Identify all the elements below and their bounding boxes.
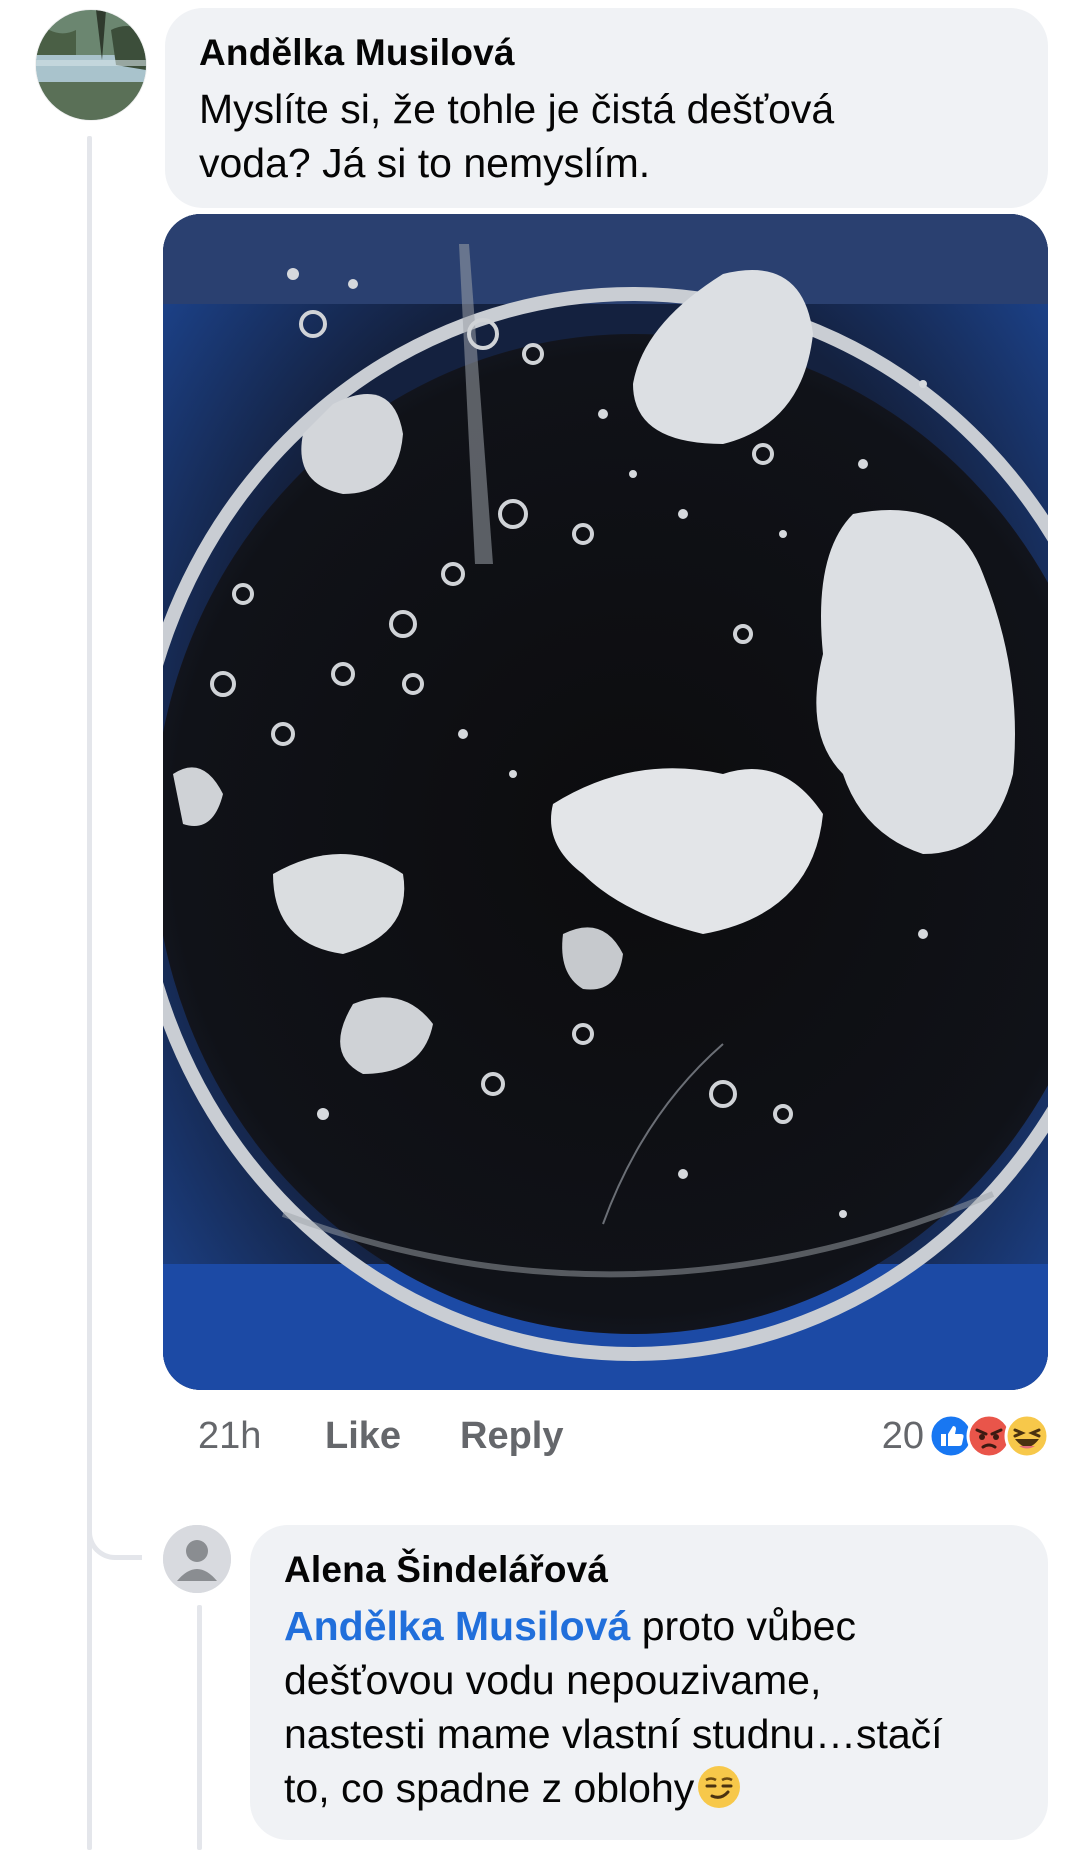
reply-text-fragment: proto vůbec [630, 1603, 856, 1649]
comment-author-name[interactable]: Andělka Musilová [199, 30, 1014, 76]
like-button[interactable]: Like [325, 1408, 401, 1464]
reply-text-line: to, co spadne z oblohy [284, 1761, 1014, 1815]
comment-text-line: voda? Já si to nemyslím. [199, 140, 651, 186]
reply-author-avatar[interactable] [163, 1525, 231, 1593]
reply-text-line: Andělka Musilová proto vůbec [284, 1599, 1014, 1653]
reaction-icons [928, 1413, 1050, 1459]
reply-bubble: Alena Šindelářová Andělka Musilová proto… [250, 1525, 1048, 1840]
reactions-summary[interactable]: 20 [882, 1412, 1050, 1460]
comment-text: Myslíte si, že tohle je čistá dešťová vo… [199, 82, 1014, 190]
comment-timestamp[interactable]: 21h [198, 1408, 261, 1464]
reply-text: Andělka Musilová proto vůbec dešťovou vo… [284, 1599, 1014, 1815]
reply-text-line: nastesti mame vlastní studnu…stačí [284, 1711, 943, 1757]
commenter-avatar[interactable] [36, 10, 146, 120]
comment-bubble: Andělka Musilová Myslíte si, že tohle je… [165, 8, 1048, 208]
smirk-emoji-icon [698, 1766, 741, 1808]
reaction-count: 20 [881, 1415, 924, 1457]
rain-barrel-water-image [163, 214, 1048, 1390]
reply-text-fragment: to, co spadne z oblohy [284, 1765, 695, 1811]
haha-icon [1004, 1413, 1050, 1459]
reply-button[interactable]: Reply [460, 1408, 563, 1464]
reply-connector-line [87, 1480, 142, 1560]
reply-thread-line [197, 1605, 202, 1850]
reply-text-line: dešťovou vodu nepouzivame, [284, 1657, 822, 1703]
comment-text-line: Myslíte si, že tohle je čistá dešťová [199, 86, 835, 132]
thread-line [87, 136, 92, 1850]
landscape-avatar-image [36, 10, 146, 120]
mention-link[interactable]: Andělka Musilová [284, 1603, 630, 1649]
comment-photo[interactable] [163, 214, 1048, 1390]
default-user-icon [163, 1525, 231, 1593]
reply-author-name[interactable]: Alena Šindelářová [284, 1547, 1014, 1593]
